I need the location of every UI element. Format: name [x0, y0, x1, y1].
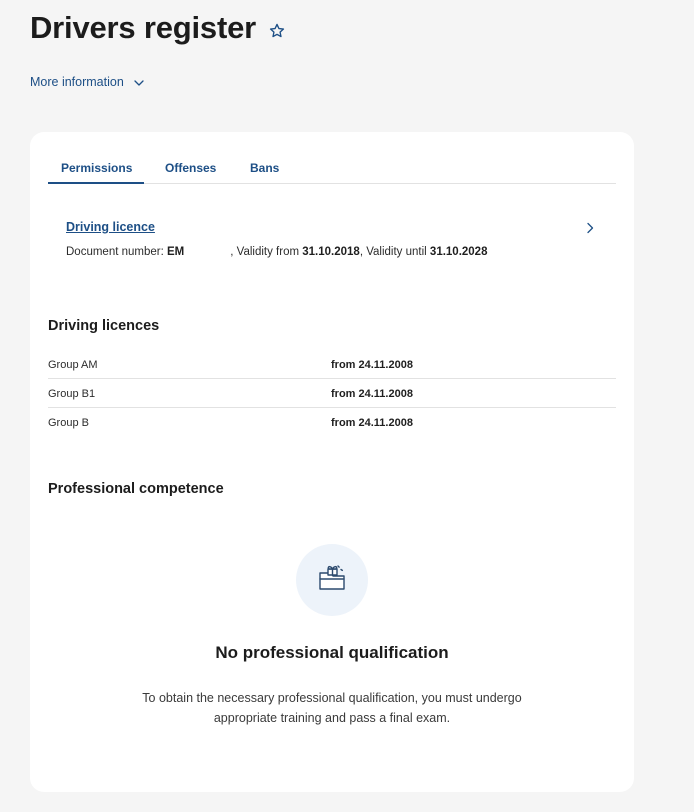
driving-licence-summary: Driving licence Document number: EM , Val… — [66, 218, 600, 258]
content-card: Permissions Offenses Bans Driving licenc… — [30, 132, 634, 792]
more-information-toggle[interactable]: More information — [30, 75, 145, 89]
page: Drivers register More information Permis… — [0, 0, 694, 812]
empty-state-title: No professional qualification — [215, 643, 449, 662]
page-title: Drivers register — [30, 10, 256, 45]
chevron-right-icon[interactable] — [584, 221, 596, 234]
driving-licences-heading: Driving licences — [48, 318, 160, 334]
star-icon[interactable] — [268, 22, 286, 40]
tab-offenses[interactable]: Offenses — [165, 161, 216, 182]
licence-group: Group AM — [48, 359, 98, 371]
tab-bans[interactable]: Bans — [250, 161, 279, 182]
licence-date: from 24.11.2008 — [331, 417, 413, 429]
document-number-label: Document number: — [66, 246, 167, 258]
validity-until-value: 31.10.2028 — [429, 246, 488, 258]
driving-licence-link[interactable]: Driving licence — [66, 220, 155, 234]
licence-group: Group B1 — [48, 388, 96, 400]
title-row: Drivers register — [30, 10, 286, 46]
table-row: Group B from 24.11.2008 — [48, 408, 616, 437]
table-row: Group AM from 24.11.2008 — [48, 350, 616, 379]
tab-bar: Permissions Offenses Bans — [48, 160, 616, 184]
licence-group: Group B — [48, 417, 89, 429]
licence-date: from 24.11.2008 — [331, 359, 413, 371]
chevron-down-icon — [133, 76, 145, 88]
licence-details: Document number: EM , Validity from 31.10… — [66, 246, 600, 258]
table-row: Group B1 from 24.11.2008 — [48, 379, 616, 408]
empty-state-illustration — [296, 544, 368, 616]
document-number-value: EM — [167, 246, 185, 258]
validity-until-label: , Validity until — [359, 246, 430, 258]
driving-licences-table: Group AM from 24.11.2008 Group B1 from 2… — [48, 350, 616, 437]
licence-date: from 24.11.2008 — [331, 388, 413, 400]
folder-gift-icon — [312, 558, 352, 603]
validity-from-value: 31.10.2018 — [302, 246, 360, 258]
validity-from-label: , Validity from — [230, 246, 303, 258]
tab-permissions[interactable]: Permissions — [48, 161, 145, 184]
empty-state-description: To obtain the necessary professional qua… — [142, 691, 522, 725]
more-information-label: More information — [30, 75, 124, 89]
professional-competence-heading: Professional competence — [48, 481, 224, 497]
